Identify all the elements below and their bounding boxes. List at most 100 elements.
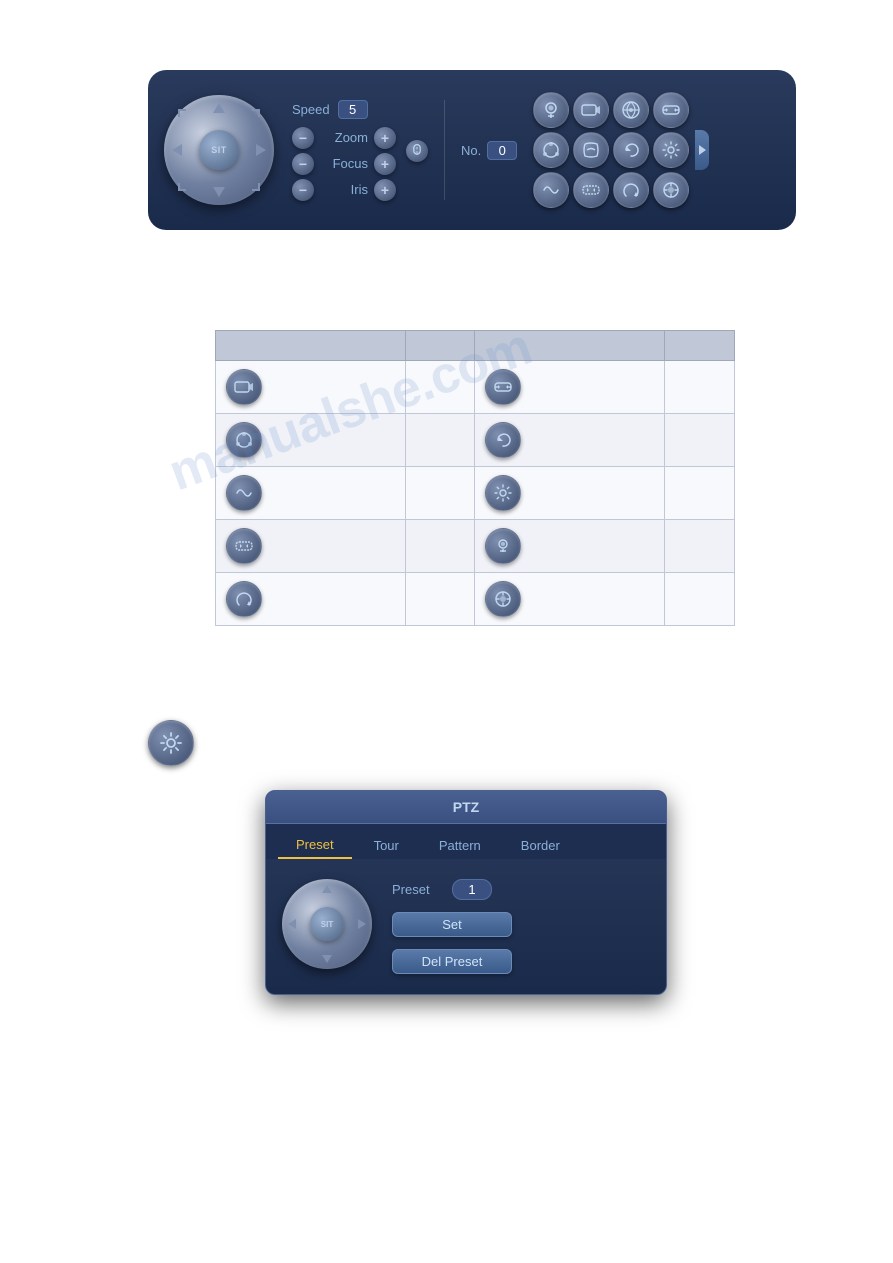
table-cell-desc1 bbox=[405, 573, 475, 626]
table-light-icon-button[interactable] bbox=[485, 528, 521, 564]
scan-button[interactable] bbox=[573, 132, 609, 168]
directional-pad[interactable]: SIT bbox=[164, 95, 274, 205]
table-cell-icon2 bbox=[475, 573, 665, 626]
speed-row: Speed 5 bbox=[292, 100, 396, 119]
table-cell-icon bbox=[216, 414, 406, 467]
table-row bbox=[216, 467, 735, 520]
undo-button[interactable] bbox=[613, 132, 649, 168]
ptz-dialog-title: PTZ bbox=[266, 791, 666, 824]
dpad-left-arrow bbox=[172, 144, 182, 156]
table-header-icon1 bbox=[216, 331, 406, 361]
table-row bbox=[216, 573, 735, 626]
table-border-icon-button[interactable] bbox=[226, 528, 262, 564]
dpad-dl-arrow bbox=[178, 183, 186, 191]
table-camera2-icon-button[interactable] bbox=[485, 581, 521, 617]
table-goto-icon-button[interactable] bbox=[226, 581, 262, 617]
preset-button[interactable] bbox=[613, 172, 649, 208]
mouse-icon-button[interactable] bbox=[406, 140, 428, 162]
set-button-row: Set bbox=[392, 912, 650, 937]
table-pattern-icon-button[interactable] bbox=[226, 475, 262, 511]
dialog-dpad-center-button[interactable]: SIT bbox=[310, 907, 344, 941]
no-label: No. bbox=[461, 143, 481, 158]
zoom-row: − Zoom + bbox=[292, 127, 396, 149]
iris-decrease-button[interactable]: − bbox=[292, 179, 314, 201]
tour-button[interactable] bbox=[533, 132, 569, 168]
ptz-collapse-tab[interactable] bbox=[695, 130, 709, 170]
table-cell-desc1 bbox=[405, 467, 475, 520]
mouse-icon-wrap bbox=[406, 140, 428, 162]
no-section: No. 0 bbox=[461, 141, 517, 160]
ptz-icon-grid bbox=[533, 92, 689, 208]
table-cell-icon2 bbox=[475, 361, 665, 414]
preset-label: Preset bbox=[392, 882, 442, 897]
pattern-button[interactable] bbox=[533, 172, 569, 208]
dialog-dpad-right bbox=[358, 919, 366, 929]
table-cell-desc1 bbox=[405, 520, 475, 573]
speed-value: 5 bbox=[338, 100, 368, 119]
table-cell-icon bbox=[216, 520, 406, 573]
speed-label: Speed bbox=[292, 102, 330, 117]
flip-h-button[interactable] bbox=[653, 92, 689, 128]
table-cell-desc2 bbox=[665, 361, 735, 414]
iris-increase-button[interactable]: + bbox=[374, 179, 396, 201]
network-button[interactable] bbox=[613, 92, 649, 128]
dpad-ul-arrow bbox=[178, 109, 186, 117]
ptz-dialog: PTZ Preset Tour Pattern Border SIT Prese… bbox=[265, 790, 667, 995]
no-row: No. 0 bbox=[461, 141, 517, 160]
tab-preset[interactable]: Preset bbox=[278, 832, 352, 859]
table-header-desc2 bbox=[665, 331, 735, 361]
icon-reference-table-wrap bbox=[215, 330, 735, 626]
settings-button[interactable] bbox=[653, 132, 689, 168]
preset-value: 1 bbox=[452, 879, 492, 900]
ptz-control-bar: SIT Speed 5 − Zoom + − Focus + − Iris + bbox=[148, 70, 796, 230]
dialog-dpad-down bbox=[322, 955, 332, 963]
tab-tour[interactable]: Tour bbox=[356, 832, 417, 859]
table-cell-desc2 bbox=[665, 414, 735, 467]
del-preset-button-row: Del Preset bbox=[392, 949, 650, 974]
table-camera-icon-button[interactable] bbox=[226, 369, 262, 405]
border-button[interactable] bbox=[653, 172, 689, 208]
focus-increase-button[interactable]: + bbox=[374, 153, 396, 175]
goto-preset-button[interactable] bbox=[573, 172, 609, 208]
dpad-dr-arrow bbox=[252, 183, 260, 191]
dpad-right-arrow bbox=[256, 144, 266, 156]
table-row bbox=[216, 414, 735, 467]
set-preset-button[interactable]: Set bbox=[392, 912, 512, 937]
table-cell-desc1 bbox=[405, 414, 475, 467]
dialog-directional-pad[interactable]: SIT bbox=[282, 879, 372, 969]
table-flip-icon-button[interactable] bbox=[485, 369, 521, 405]
ptz-dialog-tabs: Preset Tour Pattern Border bbox=[266, 824, 666, 859]
preset-number-row: Preset 1 bbox=[392, 879, 650, 900]
ptz-tab-arrow-icon bbox=[699, 145, 706, 155]
table-cell-icon bbox=[216, 467, 406, 520]
icon-reference-table bbox=[215, 330, 735, 626]
zoom-increase-button[interactable]: + bbox=[374, 127, 396, 149]
dialog-dpad-up bbox=[322, 885, 332, 893]
no-value: 0 bbox=[487, 141, 517, 160]
tab-border[interactable]: Border bbox=[503, 832, 578, 859]
table-cell-icon bbox=[216, 573, 406, 626]
table-cell-desc2 bbox=[665, 520, 735, 573]
table-cell-desc2 bbox=[665, 467, 735, 520]
dialog-dpad-left bbox=[288, 919, 296, 929]
light-button[interactable] bbox=[533, 92, 569, 128]
table-gear-icon-button[interactable] bbox=[485, 475, 521, 511]
dpad-center-button[interactable]: SIT bbox=[199, 130, 239, 170]
table-tour-icon-button[interactable] bbox=[226, 422, 262, 458]
table-cell-icon2 bbox=[475, 467, 665, 520]
gear-large-button[interactable] bbox=[148, 720, 194, 766]
gear-section bbox=[148, 720, 198, 770]
table-header-icon2 bbox=[475, 331, 665, 361]
preset-controls: Preset 1 Set Del Preset bbox=[392, 879, 650, 974]
table-cell-desc2 bbox=[665, 573, 735, 626]
tab-pattern[interactable]: Pattern bbox=[421, 832, 499, 859]
del-preset-button[interactable]: Del Preset bbox=[392, 949, 512, 974]
table-row bbox=[216, 520, 735, 573]
camera-menu-button[interactable] bbox=[573, 92, 609, 128]
zoom-decrease-button[interactable]: − bbox=[292, 127, 314, 149]
table-undo-icon-button[interactable] bbox=[485, 422, 521, 458]
ptz-separator bbox=[444, 100, 445, 200]
table-row bbox=[216, 361, 735, 414]
table-cell-icon2 bbox=[475, 520, 665, 573]
focus-decrease-button[interactable]: − bbox=[292, 153, 314, 175]
